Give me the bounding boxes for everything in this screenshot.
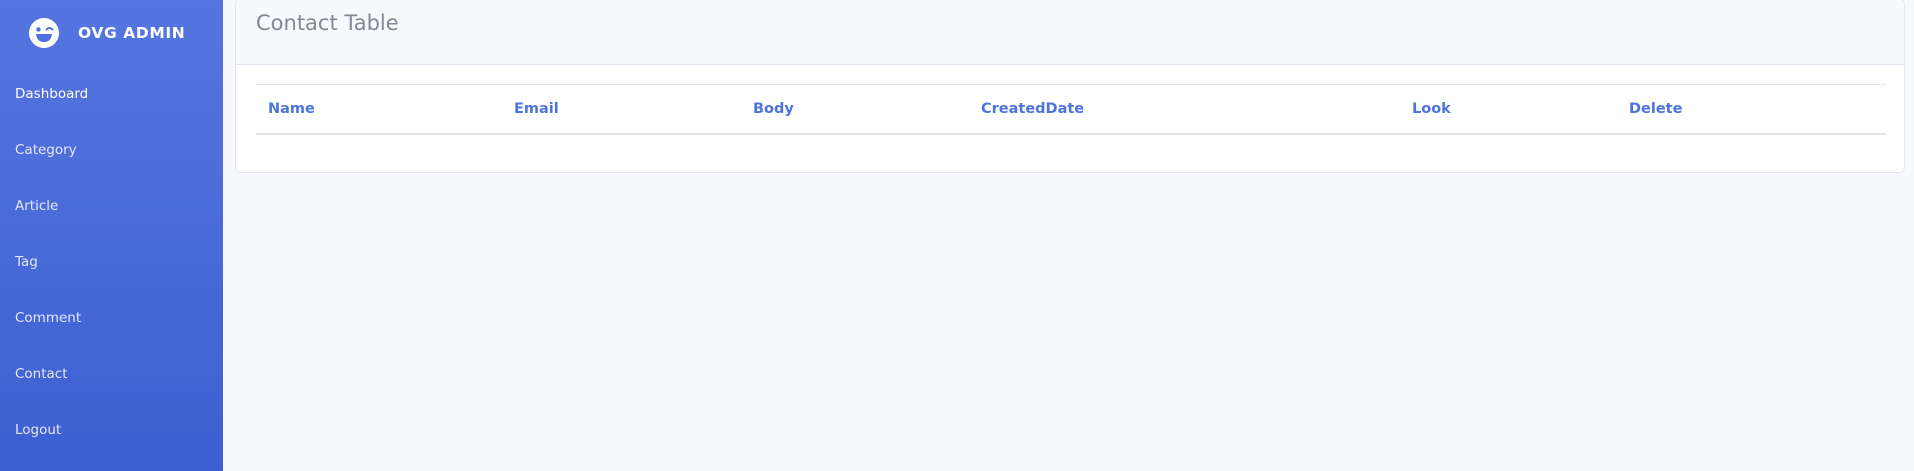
sidebar-item-contact[interactable]: Contact — [0, 346, 223, 402]
column-header-email[interactable]: Email — [502, 85, 741, 134]
sidebar-item-dashboard[interactable]: Dashboard — [0, 66, 223, 122]
contact-table-card: Contact Table Name Email Body CreatedDat… — [235, 0, 1905, 173]
sidebar-item-article[interactable]: Article — [0, 178, 223, 234]
sidebar-item-category[interactable]: Category — [0, 122, 223, 178]
brand-name: OVG ADMIN — [78, 24, 186, 42]
brand-link[interactable]: OVG ADMIN — [0, 0, 223, 66]
sidebar-nav: Dashboard Category Article Tag Comment C… — [0, 66, 223, 458]
column-header-body[interactable]: Body — [741, 85, 969, 134]
sidebar-item-tag[interactable]: Tag — [0, 234, 223, 290]
laugh-wink-icon — [29, 18, 59, 48]
contact-table: Name Email Body CreatedDate Look Delete — [256, 84, 1886, 135]
card-header: Contact Table — [236, 0, 1904, 65]
column-header-delete[interactable]: Delete — [1617, 85, 1886, 134]
page-title: Contact Table — [256, 11, 399, 35]
sidebar: OVG ADMIN Dashboard Category Article Tag… — [0, 0, 223, 471]
sidebar-item-comment[interactable]: Comment — [0, 290, 223, 346]
table-header: Name Email Body CreatedDate Look Delete — [256, 84, 1886, 134]
column-header-look[interactable]: Look — [1400, 85, 1617, 134]
table-header-row: Name Email Body CreatedDate Look Delete — [256, 84, 1886, 134]
main-content: Contact Table Name Email Body CreatedDat… — [223, 0, 1914, 471]
card-body: Name Email Body CreatedDate Look Delete — [236, 65, 1904, 135]
sidebar-item-logout[interactable]: Logout — [0, 402, 223, 458]
column-header-name[interactable]: Name — [256, 85, 502, 134]
column-header-created-date[interactable]: CreatedDate — [969, 85, 1400, 134]
app-root: OVG ADMIN Dashboard Category Article Tag… — [0, 0, 1914, 471]
